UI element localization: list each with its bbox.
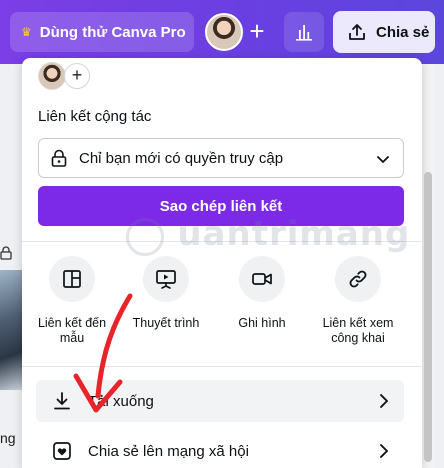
crown-icon: ♛ [21, 25, 32, 39]
option-circle [239, 256, 285, 302]
share-label: Chia sẻ [376, 23, 430, 41]
watermark-text: uantrimang [126, 214, 410, 254]
option-public-view-link[interactable]: Liên kết xem công khai [318, 256, 398, 346]
share-social-label: Chia sẻ lên mạng xã hội [88, 442, 249, 460]
scrollbar-thumb[interactable] [424, 172, 432, 462]
editor-topbar: ♛ Dùng thử Canva Pro + Chia sẻ [0, 0, 444, 64]
heart-icon [53, 442, 71, 460]
try-canva-pro-button[interactable]: ♛ Dùng thử Canva Pro [10, 12, 194, 52]
share-social-row[interactable]: Chia sẻ lên mạng xã hội [36, 430, 404, 468]
option-label: Liên kết xem công khai [322, 316, 394, 345]
add-collaborator-button[interactable]: + [244, 14, 270, 50]
design-thumbnail[interactable] [0, 270, 22, 390]
bar-chart-icon [296, 25, 312, 41]
option-label: Ghi hình [238, 316, 286, 330]
background-text-fragment: ng [0, 430, 16, 446]
template-icon [63, 270, 81, 288]
chevron-down-icon [377, 156, 389, 163]
option-circle [335, 256, 381, 302]
add-people-button[interactable]: + [64, 63, 90, 89]
annotation-arrow-icon [73, 293, 133, 413]
lock-icon [0, 246, 12, 260]
record-icon [252, 273, 272, 285]
share-button[interactable]: Chia sẻ [333, 11, 435, 53]
link-access-select[interactable]: Chỉ bạn mới có quyền truy cập [38, 138, 404, 178]
try-canva-pro-label: Dùng thử Canva Pro [39, 23, 186, 41]
chevron-right-icon [380, 444, 388, 458]
upload-icon [349, 24, 365, 40]
lock-icon [51, 149, 67, 167]
collaborator-avatar [38, 62, 66, 90]
canvas-background-left [0, 64, 22, 468]
user-avatar[interactable] [205, 13, 243, 51]
link-access-value: Chỉ bạn mới có quyền truy cập [79, 149, 284, 167]
present-icon [156, 270, 176, 289]
insights-button[interactable] [284, 12, 324, 52]
chevron-right-icon [380, 394, 388, 408]
option-record[interactable]: Ghi hình [222, 256, 302, 331]
link-icon [349, 270, 367, 288]
collaboration-link-heading: Liên kết cộng tác [38, 108, 152, 125]
watermark-label: uantrimang [177, 214, 411, 254]
